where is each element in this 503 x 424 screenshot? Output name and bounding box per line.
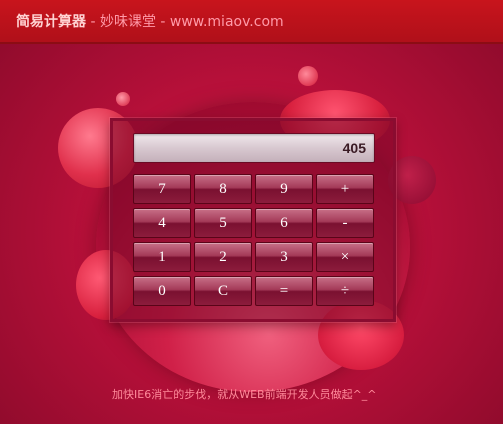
app-title: 简易计算器 xyxy=(16,14,86,30)
key-2-button[interactable]: 2 xyxy=(194,242,252,272)
key-8-button[interactable]: 8 xyxy=(194,174,252,204)
key-clear-button[interactable]: C xyxy=(194,276,252,306)
key-divide-button[interactable]: ÷ xyxy=(316,276,374,306)
key-4-button[interactable]: 4 xyxy=(133,208,191,238)
key-5-button[interactable]: 5 xyxy=(194,208,252,238)
key-1-button[interactable]: 1 xyxy=(133,242,191,272)
key-plus-button[interactable]: + xyxy=(316,174,374,204)
key-3-button[interactable]: 3 xyxy=(255,242,313,272)
display-value: 405 xyxy=(342,140,366,156)
calculator-panel: 405 7 8 9 +4 5 6- 1 2 3 × 0 C = ÷ xyxy=(110,118,396,322)
header-bar: 简易计算器 - 妙味课堂 - www.miaov.com xyxy=(0,0,503,44)
calculator-display[interactable]: 405 xyxy=(133,133,375,163)
key-9-button[interactable]: 9 xyxy=(255,174,313,204)
header-text: 简易计算器 - 妙味课堂 - www.miaov.com xyxy=(16,12,284,32)
keypad: 7 8 9 +4 5 6- 1 2 3 × 0 C = ÷ xyxy=(133,174,377,306)
key-0-button[interactable]: 0 xyxy=(133,276,191,306)
key-minus-button[interactable]: - xyxy=(316,208,374,238)
background-bubble-tiny xyxy=(116,92,130,106)
key-7-button[interactable]: 7 xyxy=(133,174,191,204)
background-bubble-small xyxy=(298,66,318,86)
key-multiply-button[interactable]: × xyxy=(316,242,374,272)
site-link[interactable]: 妙味课堂 - www.miaov.com xyxy=(100,14,284,30)
footer-slogan: 加快IE6消亡的步伐，就从WEB前端开发人员做起^_^ xyxy=(112,388,377,401)
title-separator: - xyxy=(86,14,100,30)
key-equals-button[interactable]: = xyxy=(255,276,313,306)
key-6-button[interactable]: 6 xyxy=(255,208,313,238)
